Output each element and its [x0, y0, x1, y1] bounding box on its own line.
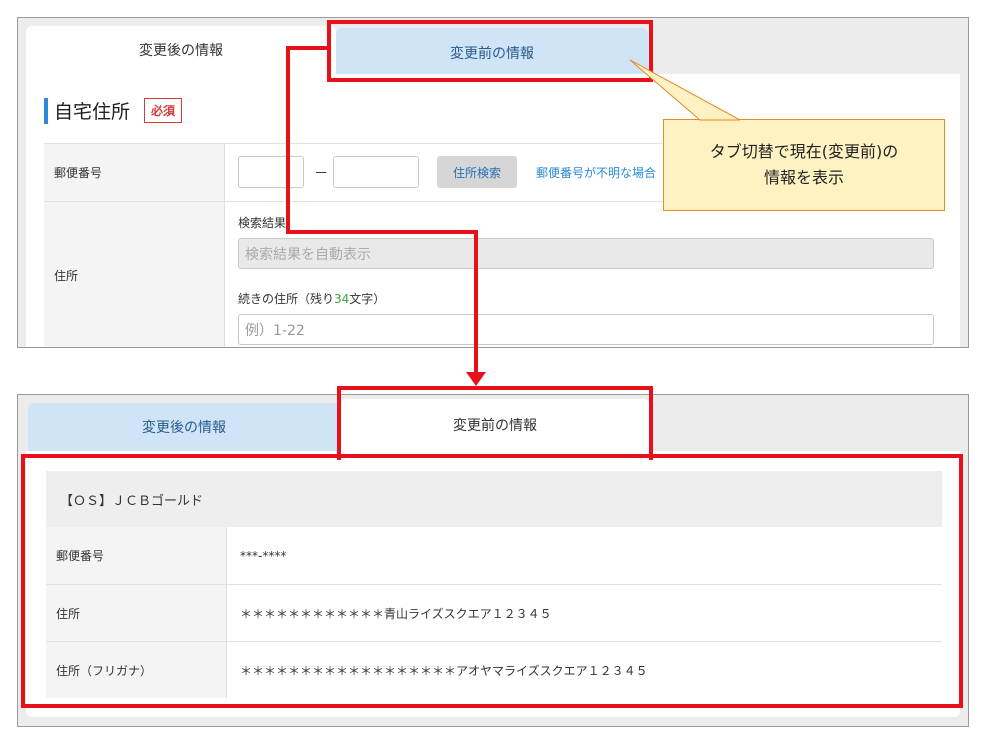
remaining-count: 34	[334, 292, 350, 306]
postal-code-value: ***-****	[240, 548, 287, 563]
required-badge: 必須	[144, 98, 183, 123]
continued-address-label: 続きの住所（残り34文字）	[238, 290, 385, 307]
tab-label: 変更前の情報	[453, 418, 537, 434]
postal-code-label: 郵便番号	[44, 144, 224, 201]
address-label: 住所	[44, 202, 224, 347]
placeholder-text: 例）1-22	[245, 322, 305, 339]
column-divider	[224, 144, 225, 347]
address-kana-label: 住所（フリガナ）	[46, 642, 226, 698]
annotation-callout: タブ切替で現在(変更前)の 情報を表示	[663, 119, 945, 211]
section-title-text: 自宅住所	[54, 101, 131, 123]
label-text: 住所	[56, 606, 81, 621]
address-value: ＊＊＊＊＊＊＊＊＊＊＊＊青山ライズスクエア１２３４５	[240, 606, 552, 621]
label-prefix: 続きの住所（残り	[238, 292, 335, 306]
label-text: 住所（フリガナ）	[56, 663, 153, 678]
address-search-button[interactable]: 住所検索	[437, 156, 517, 188]
arrow-head	[466, 372, 486, 386]
card-title-bar: 【ＯＳ】ＪＣＢゴールド	[46, 471, 942, 527]
postal-code-label: 郵便番号	[46, 527, 226, 584]
address-kana-value: ＊＊＊＊＊＊＊＊＊＊＊＊＊＊＊＊＊＊アオヤマライズスクエア１２３４５	[240, 663, 648, 678]
postal-code-first-input[interactable]	[238, 156, 304, 188]
search-result-field: 検索結果を自動表示	[238, 238, 934, 269]
tab-label: 変更前の情報	[450, 46, 534, 62]
label-text: 住所	[54, 269, 79, 283]
label-text: 郵便番号	[54, 166, 103, 180]
label-text: 郵便番号	[56, 549, 105, 563]
tab-label: 変更後の情報	[139, 43, 223, 59]
tab-before-change[interactable]: 変更前の情報	[340, 399, 650, 451]
address-label: 住所	[46, 585, 226, 641]
postal-code-second-input[interactable]	[333, 156, 419, 188]
callout-line-2: 情報を表示	[763, 168, 844, 187]
section-home-address: 自宅住所 必須	[44, 97, 183, 124]
column-divider	[226, 527, 227, 698]
button-label: 住所検索	[452, 165, 501, 180]
continued-address-input[interactable]: 例）1-22	[238, 314, 934, 345]
unknown-postal-link[interactable]: 郵便番号が不明な場合	[536, 164, 656, 181]
label-suffix: 文字）	[349, 292, 386, 306]
screenshot-before-change-info: 変更後の情報 変更前の情報 【ＯＳ】ＪＣＢゴールド 郵便番号 ***-**** …	[17, 394, 969, 727]
placeholder-text: 検索結果を自動表示	[245, 246, 371, 263]
section-accent-bar	[44, 97, 48, 124]
callout-line-1: タブ切替で現在(変更前)の	[709, 142, 899, 161]
tab-label: 変更後の情報	[142, 420, 226, 436]
postal-dash: －	[314, 166, 328, 182]
search-result-label: 検索結果	[238, 216, 287, 230]
card-title-text: 【ＯＳ】ＪＣＢゴールド	[60, 493, 204, 509]
tab-after-change[interactable]: 変更後の情報	[26, 26, 336, 74]
tab-before-change[interactable]: 変更前の情報	[336, 28, 648, 78]
tab-after-change[interactable]: 変更後の情報	[28, 403, 340, 451]
